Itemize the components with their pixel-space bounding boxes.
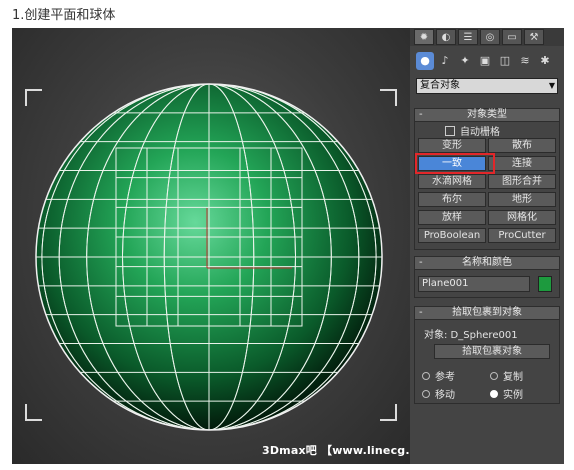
motion-tab-icon[interactable]: ◎ [480, 29, 500, 45]
pick-wrap-rollout-header[interactable]: - 拾取包裹到对象 [414, 306, 560, 320]
radio-dot [422, 390, 430, 398]
subcategory-row: ● ♪ ✦ ▣ ◫ ≋ ✱ [416, 52, 558, 72]
instance-radio[interactable]: 实例 [490, 386, 523, 401]
morph-button[interactable]: 变形 [418, 138, 486, 153]
category-dropdown[interactable]: 复合对象 ▼ [416, 78, 558, 94]
name-color-title: 名称和颜色 [462, 257, 512, 268]
move-label: 移动 [435, 390, 455, 401]
boolean-button[interactable]: 布尔 [418, 192, 486, 207]
helpers-icon[interactable]: ◫ [496, 52, 514, 70]
reference-radio[interactable]: 参考 [422, 368, 455, 383]
copy-label: 复制 [503, 372, 523, 383]
checkbox-box [445, 126, 455, 136]
geometry-icon[interactable]: ● [416, 52, 434, 70]
shapemerge-button[interactable]: 图形合并 [488, 174, 556, 189]
autogrid-label: 自动栅格 [460, 127, 500, 138]
mesher-button[interactable]: 网格化 [488, 210, 556, 225]
hierarchy-tab-icon[interactable]: ☰ [458, 29, 478, 45]
wrap-object-label: 对象: D_Sphere001 [424, 330, 518, 341]
move-radio[interactable]: 移动 [422, 386, 455, 401]
perspective-viewport[interactable]: 3Dmax吧 【www.linecg.com/tieba/1771】 [12, 28, 520, 464]
object-type-title: 对象类型 [467, 109, 507, 120]
instance-label: 实例 [503, 390, 523, 401]
command-panel-tabs: ✹ ◐ ☰ ◎ ▭ ⚒ [410, 28, 564, 46]
name-color-rollout-header[interactable]: - 名称和颜色 [414, 256, 560, 270]
radio-dot-selected [490, 390, 498, 398]
utilities-tab-icon[interactable]: ⚒ [524, 29, 544, 45]
radio-dot [422, 372, 430, 380]
object-name-field[interactable]: Plane001 [418, 276, 530, 292]
blobmesh-button[interactable]: 水滴网格 [418, 174, 486, 189]
pick-wrap-title: 拾取包裹到对象 [452, 307, 522, 318]
collapse-icon: - [419, 307, 423, 318]
procutter-button[interactable]: ProCutter [488, 228, 556, 243]
category-dropdown-value: 复合对象 [420, 80, 460, 91]
display-tab-icon[interactable]: ▭ [502, 29, 522, 45]
cameras-icon[interactable]: ▣ [476, 52, 494, 70]
autogrid-checkbox[interactable]: 自动栅格 [445, 123, 500, 138]
create-tab-icon[interactable]: ✹ [414, 29, 434, 45]
proboolean-button[interactable]: ProBoolean [418, 228, 486, 243]
loft-button[interactable]: 放样 [418, 210, 486, 225]
collapse-icon: - [419, 109, 423, 120]
object-type-rollout: 自动栅格 变形 散布 一致 连接 水滴网格 图形合并 布尔 地形 放样 网格化 … [414, 122, 560, 250]
connect-button[interactable]: 连接 [488, 156, 556, 171]
dropdown-arrow-icon: ▼ [548, 81, 555, 90]
collapse-icon: - [419, 257, 423, 268]
systems-icon[interactable]: ✱ [536, 52, 554, 70]
shapes-icon[interactable]: ♪ [436, 52, 454, 70]
reference-label: 参考 [435, 372, 455, 383]
conform-highlight [415, 153, 495, 174]
object-type-rollout-header[interactable]: - 对象类型 [414, 108, 560, 122]
max-window: 3Dmax吧 【www.linecg.com/tieba/1771】 ✹ ◐ ☰… [12, 28, 564, 464]
lights-icon[interactable]: ✦ [456, 52, 474, 70]
command-panel: ✹ ◐ ☰ ◎ ▭ ⚒ ● ♪ ✦ ▣ ◫ ≋ ✱ 复合对象 ▼ - 对象类型 … [410, 28, 564, 464]
terrain-button[interactable]: 地形 [488, 192, 556, 207]
object-color-swatch[interactable] [538, 276, 552, 292]
scatter-button[interactable]: 散布 [488, 138, 556, 153]
space-warps-icon[interactable]: ≋ [516, 52, 534, 70]
modify-tab-icon[interactable]: ◐ [436, 29, 456, 45]
pick-wrap-object-button[interactable]: 拾取包裹对象 [434, 344, 550, 359]
caption: 1.创建平面和球体 [12, 8, 116, 23]
radio-dot [490, 372, 498, 380]
copy-radio[interactable]: 复制 [490, 368, 523, 383]
